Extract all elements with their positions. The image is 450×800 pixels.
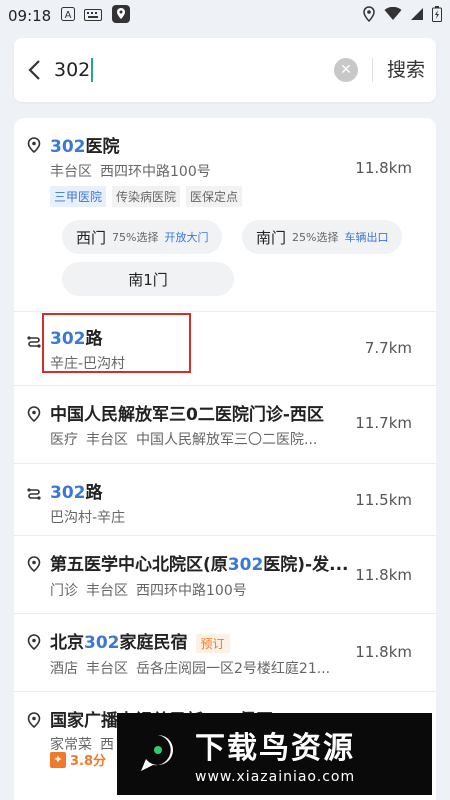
status-right xyxy=(362,6,442,26)
search-button[interactable]: 搜索 xyxy=(376,38,436,102)
result-title: 北京302家庭民宿 预订 xyxy=(50,628,230,653)
keyboard-icon xyxy=(84,7,103,25)
poi-pin-icon xyxy=(27,137,41,153)
poi-pin-icon xyxy=(27,712,41,728)
tag: 医保定点 xyxy=(186,186,243,207)
poi-pin-icon xyxy=(27,634,41,650)
divider xyxy=(372,58,373,82)
result-distance: 7.7km xyxy=(364,339,412,357)
result-route: 巴沟村-辛庄 xyxy=(50,510,126,526)
bird-logo-icon xyxy=(131,727,185,781)
tag-group: 三甲医院 传染病医院 医保定点 xyxy=(50,186,243,207)
result-distance: 11.8km xyxy=(355,643,412,661)
poi-pin-icon xyxy=(27,556,41,572)
poi-pin-icon xyxy=(27,406,41,422)
tag: 传染病医院 xyxy=(112,186,181,207)
bus-route-icon xyxy=(27,336,41,348)
result-address: 门诊 丰台区 西四环中路100号 xyxy=(50,583,247,599)
search-input[interactable]: 302 xyxy=(54,58,94,82)
gate-west-button[interactable]: 西门 75%选择 开放大门 xyxy=(62,220,223,254)
result-title: 302医院 xyxy=(50,137,120,157)
search-query-text: 302 xyxy=(54,59,91,81)
result-title: 中国人民解放军三0二医院门诊-西区 xyxy=(50,405,324,425)
text-caret xyxy=(91,58,94,82)
list-item[interactable]: 北京302家庭民宿 预订 酒店 丰台区 岳各庄阅园一区2号楼红庭21... 11.8k… xyxy=(14,614,436,692)
signal-icon xyxy=(410,7,424,25)
annotation-box xyxy=(42,313,191,373)
rating: ✦ 3.8分 xyxy=(50,750,106,769)
back-arrow-icon xyxy=(28,60,40,80)
search-bar: 302 ✕ 搜索 xyxy=(14,38,436,102)
results-list: 302医院 丰台区 西四环中路100号 11.8km 三甲医院 传染病医院 医保定… xyxy=(14,118,436,800)
list-item[interactable]: 302路 巴沟村-辛庄 11.5km xyxy=(14,464,436,536)
result-address: 医疗 丰台区 中国人民解放军三〇二医院... xyxy=(50,432,318,448)
location-icon xyxy=(362,6,376,26)
status-time: 09:18 xyxy=(8,7,52,25)
list-item[interactable]: 302医院 丰台区 西四环中路100号 11.8km 三甲医院 传染病医院 医保定… xyxy=(14,118,436,312)
result-address: 丰台区 西四环中路100号 xyxy=(50,164,211,180)
svg-text:A: A xyxy=(65,10,72,21)
result-title: 第五医学中心北院区(原302医院)-发... xyxy=(50,555,349,575)
result-distance: 11.8km xyxy=(355,566,412,584)
battery-icon xyxy=(432,6,442,26)
booking-badge: 预订 xyxy=(195,633,230,653)
rating-icon: ✦ xyxy=(50,751,66,768)
status-bar: 09:18 A xyxy=(0,0,450,32)
gate-south-button[interactable]: 南门 25%选择 车辆出口 xyxy=(242,220,403,254)
result-title: 302路 xyxy=(50,483,103,503)
watermark: 下载鸟资源 www.xiazainiao.com xyxy=(117,713,432,795)
watermark-title: 下载鸟资源 xyxy=(195,731,355,766)
wifi-icon xyxy=(384,6,402,25)
tag: 三甲医院 xyxy=(50,186,107,207)
watermark-text: 下载鸟资源 www.xiazainiao.com xyxy=(195,723,355,785)
clear-icon[interactable]: ✕ xyxy=(334,58,358,82)
list-item[interactable]: 第五医学中心北院区(原302医院)-发... 门诊 丰台区 西四环中路100号 11… xyxy=(14,536,436,614)
gate-south1-button[interactable]: 南1门 xyxy=(62,262,234,296)
back-button[interactable] xyxy=(14,38,54,102)
result-address: 酒店 丰台区 岳各庄阅园一区2号楼红庭21... xyxy=(50,661,331,677)
map-app-icon xyxy=(111,4,131,28)
bus-route-icon xyxy=(27,488,41,500)
result-distance: 11.8km xyxy=(355,159,412,177)
result-distance: 11.7km xyxy=(355,414,412,432)
result-distance: 11.5km xyxy=(355,491,412,509)
font-app-icon: A xyxy=(61,7,76,25)
watermark-url: www.xiazainiao.com xyxy=(195,769,356,785)
list-item[interactable]: 中国人民解放军三0二医院门诊-西区 医疗 丰台区 中国人民解放军三〇二医院... 1… xyxy=(14,386,436,464)
